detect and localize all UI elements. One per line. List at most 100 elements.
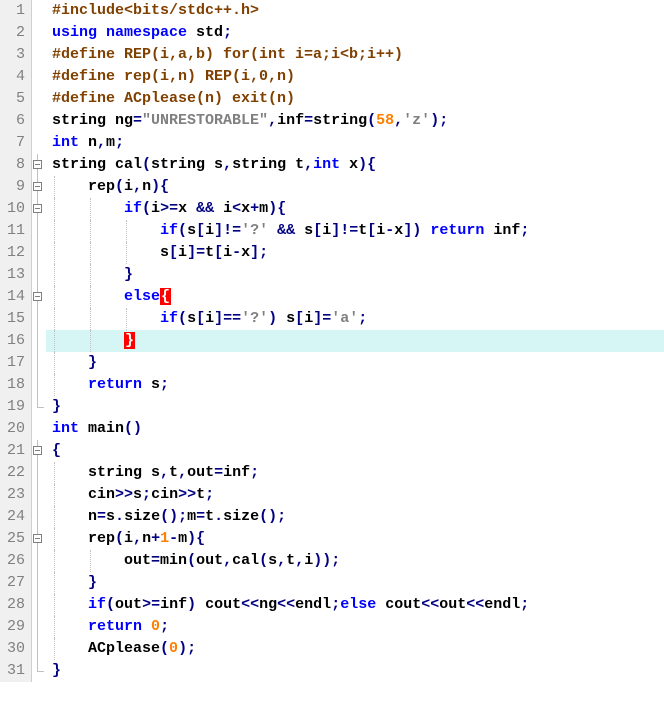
token-kw: int — [52, 420, 79, 437]
code-line[interactable]: return 0; — [46, 616, 664, 638]
code-line[interactable]: out=min(out,cal(s,t,i)); — [46, 550, 664, 572]
fold-cell — [32, 154, 46, 176]
token-tok: t — [169, 464, 178, 481]
token-pun: ( — [178, 310, 187, 327]
code-line[interactable]: #include<bits/stdc++.h> — [46, 0, 664, 22]
code-line[interactable]: string s,t,out=inf; — [46, 462, 664, 484]
token-tok: s — [187, 222, 196, 239]
token-tok: x — [178, 200, 196, 217]
token-str: 'a' — [331, 310, 358, 327]
code-line[interactable]: return s; — [46, 374, 664, 396]
token-tok: m — [259, 200, 268, 217]
token-pun: , — [268, 112, 277, 129]
code-line[interactable]: #define ACplease(n) exit(n) — [46, 88, 664, 110]
token-tok: rep — [52, 178, 115, 195]
code-line[interactable]: string cal(string s,string t,int x){ — [46, 154, 664, 176]
token-pun: , — [223, 156, 232, 173]
code-line[interactable]: else{ — [46, 286, 664, 308]
token-tok — [52, 266, 124, 283]
token-pp: #include<bits/stdc++.h> — [52, 2, 259, 19]
fold-toggle-icon[interactable] — [33, 446, 42, 455]
fold-cell — [32, 330, 46, 352]
code-line[interactable]: } — [46, 572, 664, 594]
fold-cell — [32, 88, 46, 110]
code-line[interactable]: if(s[i]!='?' && s[i]!=t[i-x]) return inf… — [46, 220, 664, 242]
code-line[interactable]: #define REP(i,a,b) for(int i=a;i<b;i++) — [46, 44, 664, 66]
code-line[interactable]: n=s.size();m=t.size(); — [46, 506, 664, 528]
token-pun: [ — [169, 244, 178, 261]
token-tok — [52, 200, 124, 217]
token-pun: [ — [196, 310, 205, 327]
token-pun: ; — [358, 310, 367, 327]
token-tok: string s — [151, 156, 223, 173]
token-pp: #define ACplease(n) exit(n) — [52, 90, 295, 107]
fold-toggle-icon[interactable] — [33, 204, 42, 213]
code-line[interactable]: } — [46, 660, 664, 682]
token-tok: s — [295, 222, 313, 239]
token-pun: = — [133, 112, 142, 129]
token-pp: #define REP(i,a,b) for(int i=a;i<b;i++) — [52, 46, 403, 63]
code-line[interactable]: } — [46, 264, 664, 286]
token-pun: [ — [367, 222, 376, 239]
fold-toggle-icon[interactable] — [33, 292, 42, 301]
token-tok: out — [52, 552, 151, 569]
token-pun: , — [97, 134, 106, 151]
token-tok: i — [214, 200, 232, 217]
token-pun: , — [304, 156, 313, 173]
token-tok: i — [205, 310, 214, 327]
code-line[interactable]: using namespace std; — [46, 22, 664, 44]
token-pun: ) — [187, 596, 196, 613]
token-pun: ( — [115, 530, 124, 547]
code-line[interactable]: string ng="UNRESTORABLE",inf=string(58,'… — [46, 110, 664, 132]
code-line[interactable]: int main() — [46, 418, 664, 440]
token-tok — [52, 332, 124, 349]
code-line[interactable]: cin>>s;cin>>t; — [46, 484, 664, 506]
code-line[interactable]: if(i>=x && i<x+m){ — [46, 198, 664, 220]
token-str: '?' — [241, 310, 268, 327]
code-line[interactable]: rep(i,n){ — [46, 176, 664, 198]
fold-toggle-icon[interactable] — [33, 182, 42, 191]
code-line[interactable]: #define rep(i,n) REP(i,0,n) — [46, 66, 664, 88]
token-tok: i — [223, 244, 232, 261]
code-line[interactable]: s[i]=t[i-x]; — [46, 242, 664, 264]
token-pun: ( — [187, 552, 196, 569]
code-line[interactable]: } — [46, 352, 664, 374]
token-tok: cal — [232, 552, 259, 569]
token-pun: ; — [160, 376, 169, 393]
code-line[interactable]: } — [46, 330, 664, 352]
token-kw: return — [88, 618, 142, 635]
fold-cell — [32, 176, 46, 198]
code-line[interactable]: int n,m; — [46, 132, 664, 154]
fold-margin — [32, 0, 46, 682]
token-pun: ; — [331, 596, 340, 613]
fold-toggle-icon[interactable] — [33, 160, 42, 169]
token-pun: , — [133, 530, 142, 547]
code-line[interactable]: if(s[i]=='?') s[i]='a'; — [46, 308, 664, 330]
token-tok: x — [394, 222, 403, 239]
token-tok: cout — [376, 596, 421, 613]
token-tok: t — [205, 244, 214, 261]
token-tok — [52, 574, 88, 591]
token-tok: x — [241, 200, 250, 217]
line-number: 27 — [0, 572, 25, 594]
token-tok: i — [124, 178, 133, 195]
code-line[interactable]: ACplease(0); — [46, 638, 664, 660]
line-number: 28 — [0, 594, 25, 616]
token-tok: m — [178, 530, 187, 547]
token-tok: string s — [52, 464, 160, 481]
code-line[interactable]: if(out>=inf) cout<<ng<<endl;else cout<<o… — [46, 594, 664, 616]
token-pun: } — [52, 662, 61, 679]
code-line[interactable]: } — [46, 396, 664, 418]
line-number: 26 — [0, 550, 25, 572]
token-pun: , — [277, 552, 286, 569]
token-pun: (); — [160, 508, 187, 525]
token-tok: out — [439, 596, 466, 613]
fold-toggle-icon[interactable] — [33, 534, 42, 543]
line-number: 16 — [0, 330, 25, 352]
code-line[interactable]: rep(i,n+1-m){ — [46, 528, 664, 550]
fold-cell — [32, 44, 46, 66]
fold-cell — [32, 660, 46, 682]
token-tok: s — [187, 310, 196, 327]
code-line[interactable]: { — [46, 440, 664, 462]
token-tok: std — [187, 24, 223, 41]
